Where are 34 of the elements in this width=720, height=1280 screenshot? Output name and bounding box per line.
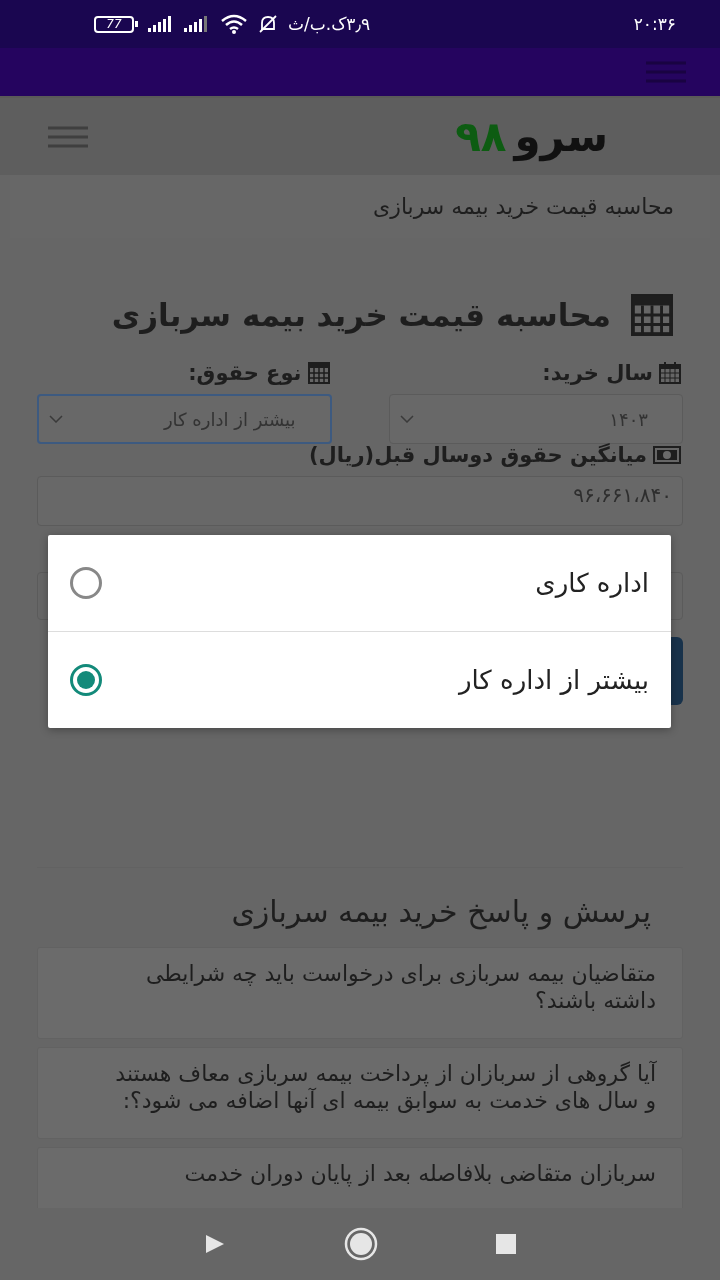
- clock-time: ۲۰:۳۶: [633, 14, 676, 34]
- signal-icon: [148, 16, 174, 32]
- dialog-option[interactable]: بیشتر از اداره کار: [48, 631, 671, 728]
- faq-question[interactable]: آیا گروهی از سربازان از پرداخت بیمه سربازی معاف هستند و سال های خدمت به سوابق بیمه ای آنها اضافه می شود؟:: [108, 1060, 656, 1114]
- breadcrumb: محاسبه قیمت خرید بیمه سربازی: [373, 194, 674, 219]
- radio-button[interactable]: [70, 567, 102, 599]
- calculator-icon: [307, 362, 330, 384]
- faq-question[interactable]: متقاضیان بیمه سربازی برای درخواست باید چه شرایطی داشته باشند؟: [108, 960, 656, 1014]
- logo-text[interactable]: سرو: [514, 112, 608, 161]
- battery-level: 77: [94, 15, 134, 33]
- signal-icon: [184, 16, 210, 32]
- chevron-down-icon: [399, 415, 414, 423]
- faq-question[interactable]: سربازان متقاضی بلافاصله بعد از پایان دوران خدمت: [108, 1160, 656, 1187]
- wifi-icon: [220, 14, 248, 34]
- input-field[interactable]: ۹۶،۶۶۱،۸۴۰: [37, 476, 683, 526]
- network-speed: ۳٫۹ک.ب/ث: [288, 14, 371, 34]
- radio-button[interactable]: [70, 664, 102, 696]
- option-label: بیشتر از اداره کار: [458, 665, 649, 695]
- calculator-title: محاسبه قیمت خرید بیمه سربازی: [111, 297, 611, 333]
- faq-card[interactable]: آیا گروهی از سربازان از پرداخت بیمه سربازی معاف هستند و سال های خدمت به سوابق بیمه ای آنها اضافه می شود؟:: [37, 1047, 683, 1139]
- home-icon[interactable]: [344, 1227, 378, 1261]
- bell-off-icon: [258, 14, 278, 34]
- dialog-option[interactable]: اداره کاری: [48, 535, 671, 631]
- calculator-icon: [631, 294, 673, 336]
- faq-title: پرسش و پاسخ خرید بیمه سربازی: [230, 894, 651, 929]
- chevron-down-icon: [49, 415, 63, 423]
- field-label: سال خرید:: [542, 361, 653, 385]
- field-label: نوع حقوق:: [188, 361, 302, 385]
- field-label: میانگین حقوق دوسال قبل(ریال): [308, 443, 647, 467]
- faq-card[interactable]: متقاضیان بیمه سربازی برای درخواست باید چه شرایطی داشته باشند؟: [37, 947, 683, 1039]
- banknote-icon: [653, 446, 681, 464]
- option-label: اداره کاری: [535, 568, 649, 598]
- calendar-icon: [659, 362, 681, 384]
- back-icon[interactable]: [204, 1233, 226, 1255]
